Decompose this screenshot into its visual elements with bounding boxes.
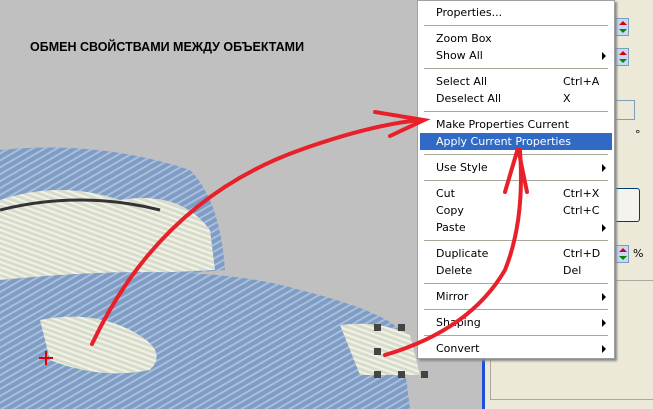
menu-item-cut[interactable]: Cut Ctrl+X bbox=[420, 185, 612, 202]
menu-separator bbox=[424, 240, 608, 241]
submenu-arrow-icon bbox=[602, 224, 606, 232]
menu-item-label: Cut bbox=[436, 187, 455, 200]
menu-item-label: Shaping bbox=[436, 316, 481, 329]
menu-item-properties[interactable]: Properties... bbox=[420, 4, 612, 21]
menu-shortcut: Ctrl+D bbox=[563, 247, 601, 260]
menu-item-label: Convert bbox=[436, 342, 480, 355]
embroidery-design bbox=[0, 147, 428, 409]
submenu-arrow-icon bbox=[602, 345, 606, 353]
menu-separator bbox=[424, 25, 608, 26]
submenu-arrow-icon bbox=[602, 164, 606, 172]
submenu-arrow-icon bbox=[602, 293, 606, 301]
menu-item-shaping[interactable]: Shaping bbox=[420, 314, 612, 331]
menu-item-convert[interactable]: Convert bbox=[420, 340, 612, 357]
submenu-arrow-icon bbox=[602, 52, 606, 60]
menu-separator bbox=[424, 68, 608, 69]
menu-shortcut: X bbox=[563, 92, 571, 105]
percent-label: % bbox=[633, 247, 644, 260]
menu-item-label: Properties... bbox=[436, 6, 503, 19]
menu-item-label: Delete bbox=[436, 264, 473, 277]
menu-item-label: Paste bbox=[436, 221, 466, 234]
menu-separator bbox=[424, 283, 608, 284]
menu-item-zoom-box[interactable]: Zoom Box bbox=[420, 30, 612, 47]
menu-item-delete[interactable]: Delete Del bbox=[420, 262, 612, 279]
context-menu: Properties... Zoom Box Show All Select All C… bbox=[417, 0, 615, 359]
menu-item-duplicate[interactable]: Duplicate Ctrl+D bbox=[420, 245, 612, 262]
menu-item-label: Show All bbox=[436, 49, 483, 62]
menu-shortcut: Del bbox=[563, 264, 582, 277]
menu-item-use-style[interactable]: Use Style bbox=[420, 159, 612, 176]
menu-separator bbox=[424, 309, 608, 310]
instruction-title: ОБМЕН СВОЙСТВАМИ МЕЖДУ ОБЪЕКТАМИ bbox=[30, 40, 305, 54]
menu-shortcut: Ctrl+C bbox=[563, 204, 600, 217]
menu-item-apply-current-properties[interactable]: Apply Current Properties bbox=[420, 133, 612, 150]
menu-item-label: Make Properties Current bbox=[436, 118, 569, 131]
menu-shortcut: Ctrl+A bbox=[563, 75, 600, 88]
degree-label: ° bbox=[635, 128, 641, 141]
menu-shortcut: Ctrl+X bbox=[563, 187, 600, 200]
spin-button[interactable] bbox=[615, 48, 629, 66]
submenu-arrow-icon bbox=[602, 319, 606, 327]
menu-separator bbox=[424, 180, 608, 181]
menu-item-label: Copy bbox=[436, 204, 464, 217]
menu-item-paste[interactable]: Paste bbox=[420, 219, 612, 236]
menu-item-make-properties-current[interactable]: Make Properties Current bbox=[420, 116, 612, 133]
menu-item-mirror[interactable]: Mirror bbox=[420, 288, 612, 305]
design-canvas[interactable]: ОБМЕН СВОЙСТВАМИ МЕЖДУ ОБЪЕКТАМИ bbox=[0, 0, 483, 409]
menu-item-label: Zoom Box bbox=[436, 32, 492, 45]
menu-item-label: Select All bbox=[436, 75, 488, 88]
menu-item-label: Apply Current Properties bbox=[436, 135, 571, 148]
menu-item-copy[interactable]: Copy Ctrl+C bbox=[420, 202, 612, 219]
menu-item-select-all[interactable]: Select All Ctrl+A bbox=[420, 73, 612, 90]
spin-button[interactable] bbox=[615, 245, 629, 263]
menu-item-label: Use Style bbox=[436, 161, 488, 174]
menu-separator bbox=[424, 335, 608, 336]
menu-separator bbox=[424, 154, 608, 155]
menu-item-label: Duplicate bbox=[436, 247, 489, 260]
menu-item-show-all[interactable]: Show All bbox=[420, 47, 612, 64]
menu-separator bbox=[424, 111, 608, 112]
spin-button[interactable] bbox=[615, 18, 629, 36]
menu-item-deselect-all[interactable]: Deselect All X bbox=[420, 90, 612, 107]
menu-item-label: Mirror bbox=[436, 290, 469, 303]
menu-item-label: Deselect All bbox=[436, 92, 502, 105]
